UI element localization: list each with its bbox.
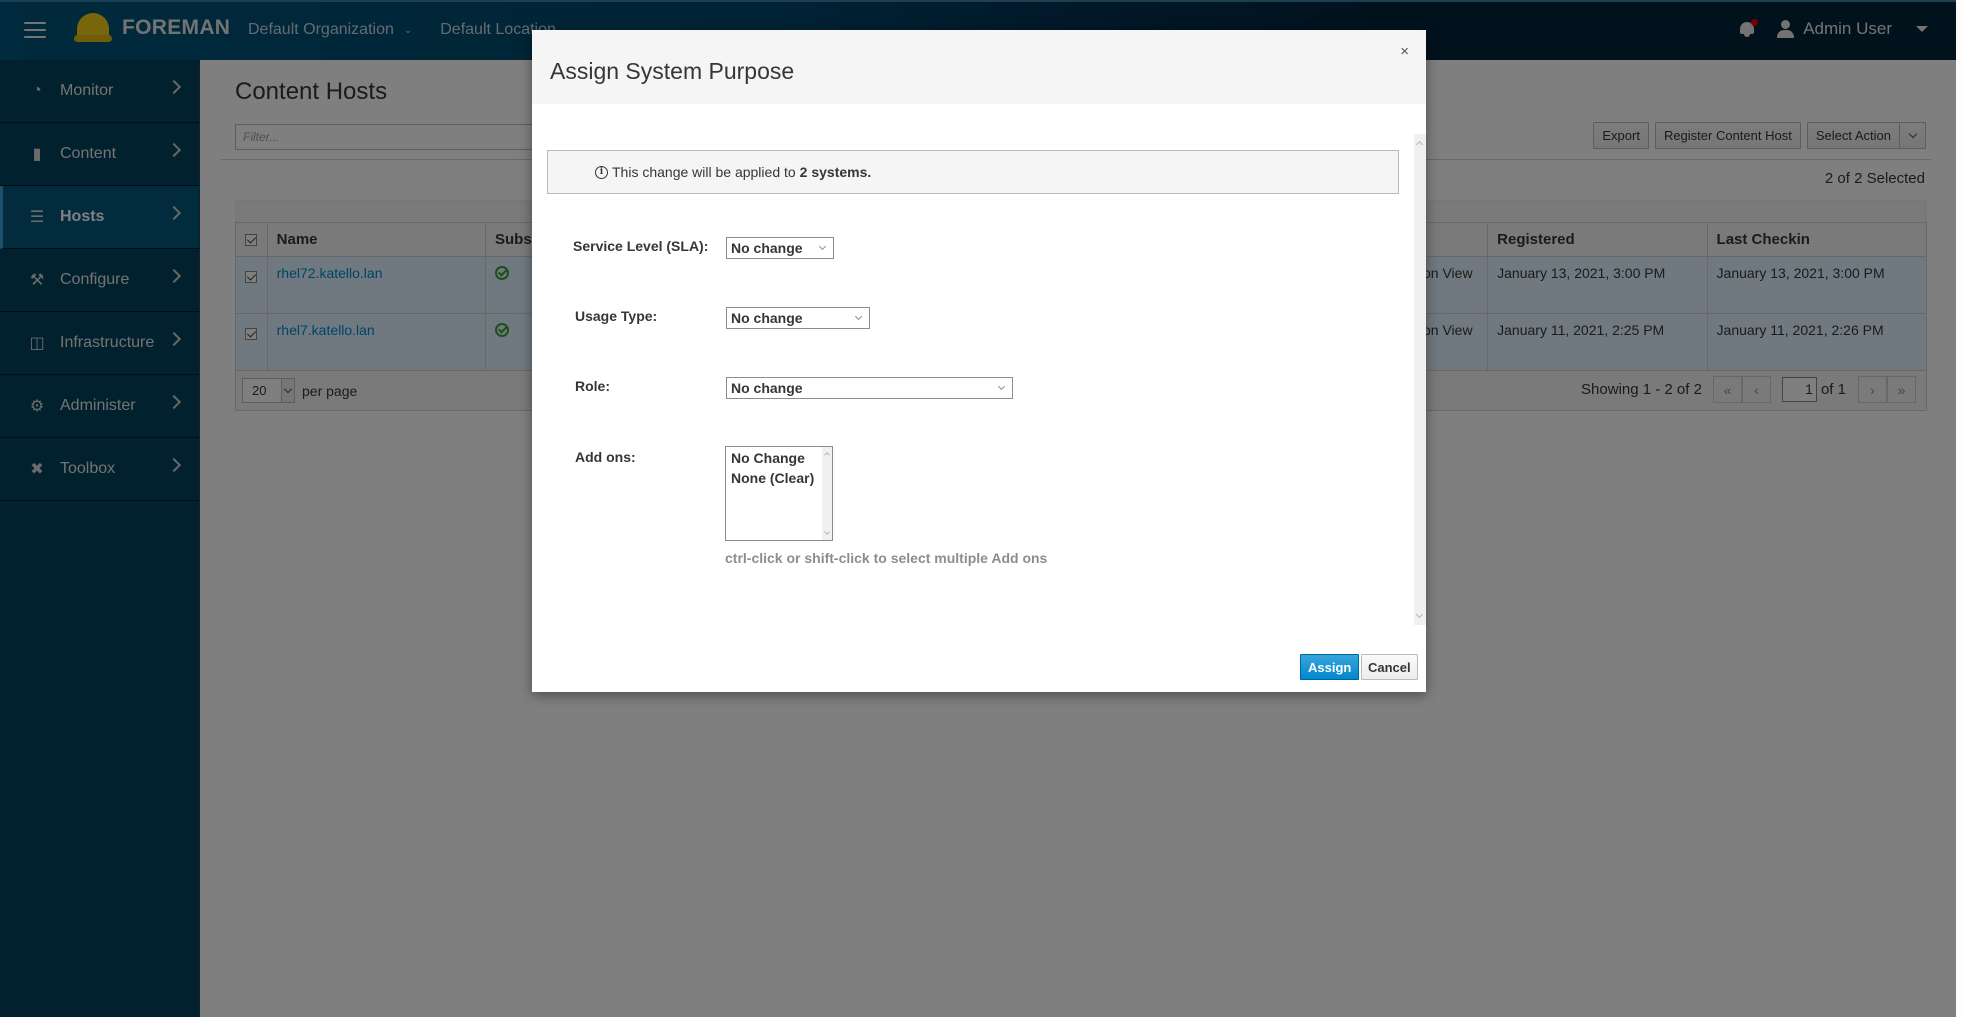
sla-label: Service Level (SLA):: [573, 238, 709, 254]
sla-select[interactable]: No change: [726, 237, 834, 259]
role-select[interactable]: No change: [726, 377, 1013, 399]
usage-type-label: Usage Type:: [575, 308, 658, 324]
sla-value: No change: [731, 240, 803, 256]
modal-header: Assign System Purpose ×: [532, 30, 1426, 104]
info-alert: i This change will be applied to 2 syste…: [547, 150, 1399, 194]
chevron-down-icon: [818, 242, 827, 251]
addons-multiselect[interactable]: No Change None (Clear): [725, 446, 833, 541]
assign-system-purpose-modal: Assign System Purpose × i This change wi…: [532, 30, 1426, 692]
chevron-down-icon: [997, 382, 1006, 391]
modal-body: i This change will be applied to 2 syste…: [532, 104, 1426, 625]
modal-footer: Assign Cancel: [532, 625, 1426, 692]
cancel-button[interactable]: Cancel: [1361, 654, 1418, 680]
close-icon[interactable]: ×: [1400, 43, 1409, 60]
info-text: This change will be applied to: [612, 164, 796, 180]
assign-button[interactable]: Assign: [1300, 654, 1360, 680]
modal-scrollbar[interactable]: [1414, 134, 1426, 625]
addons-help-text: ctrl-click or shift-click to select mult…: [725, 550, 1048, 566]
page: FOREMAN Default Organization ⌄ Default L…: [0, 0, 1956, 1017]
modal-title: Assign System Purpose: [550, 58, 795, 84]
role-value: No change: [731, 380, 803, 396]
addons-label: Add ons:: [575, 449, 636, 465]
info-count: 2 systems.: [799, 164, 872, 180]
usage-type-select[interactable]: No change: [726, 307, 870, 329]
chevron-down-icon: [854, 312, 863, 321]
addons-option[interactable]: No Change: [726, 447, 832, 467]
addons-option[interactable]: None (Clear): [726, 467, 832, 487]
window-edge: [1956, 0, 1963, 1017]
addons-scrollbar[interactable]: [822, 447, 832, 540]
info-icon: i: [595, 165, 608, 179]
usage-type-value: No change: [731, 310, 803, 326]
role-label: Role:: [575, 378, 610, 394]
